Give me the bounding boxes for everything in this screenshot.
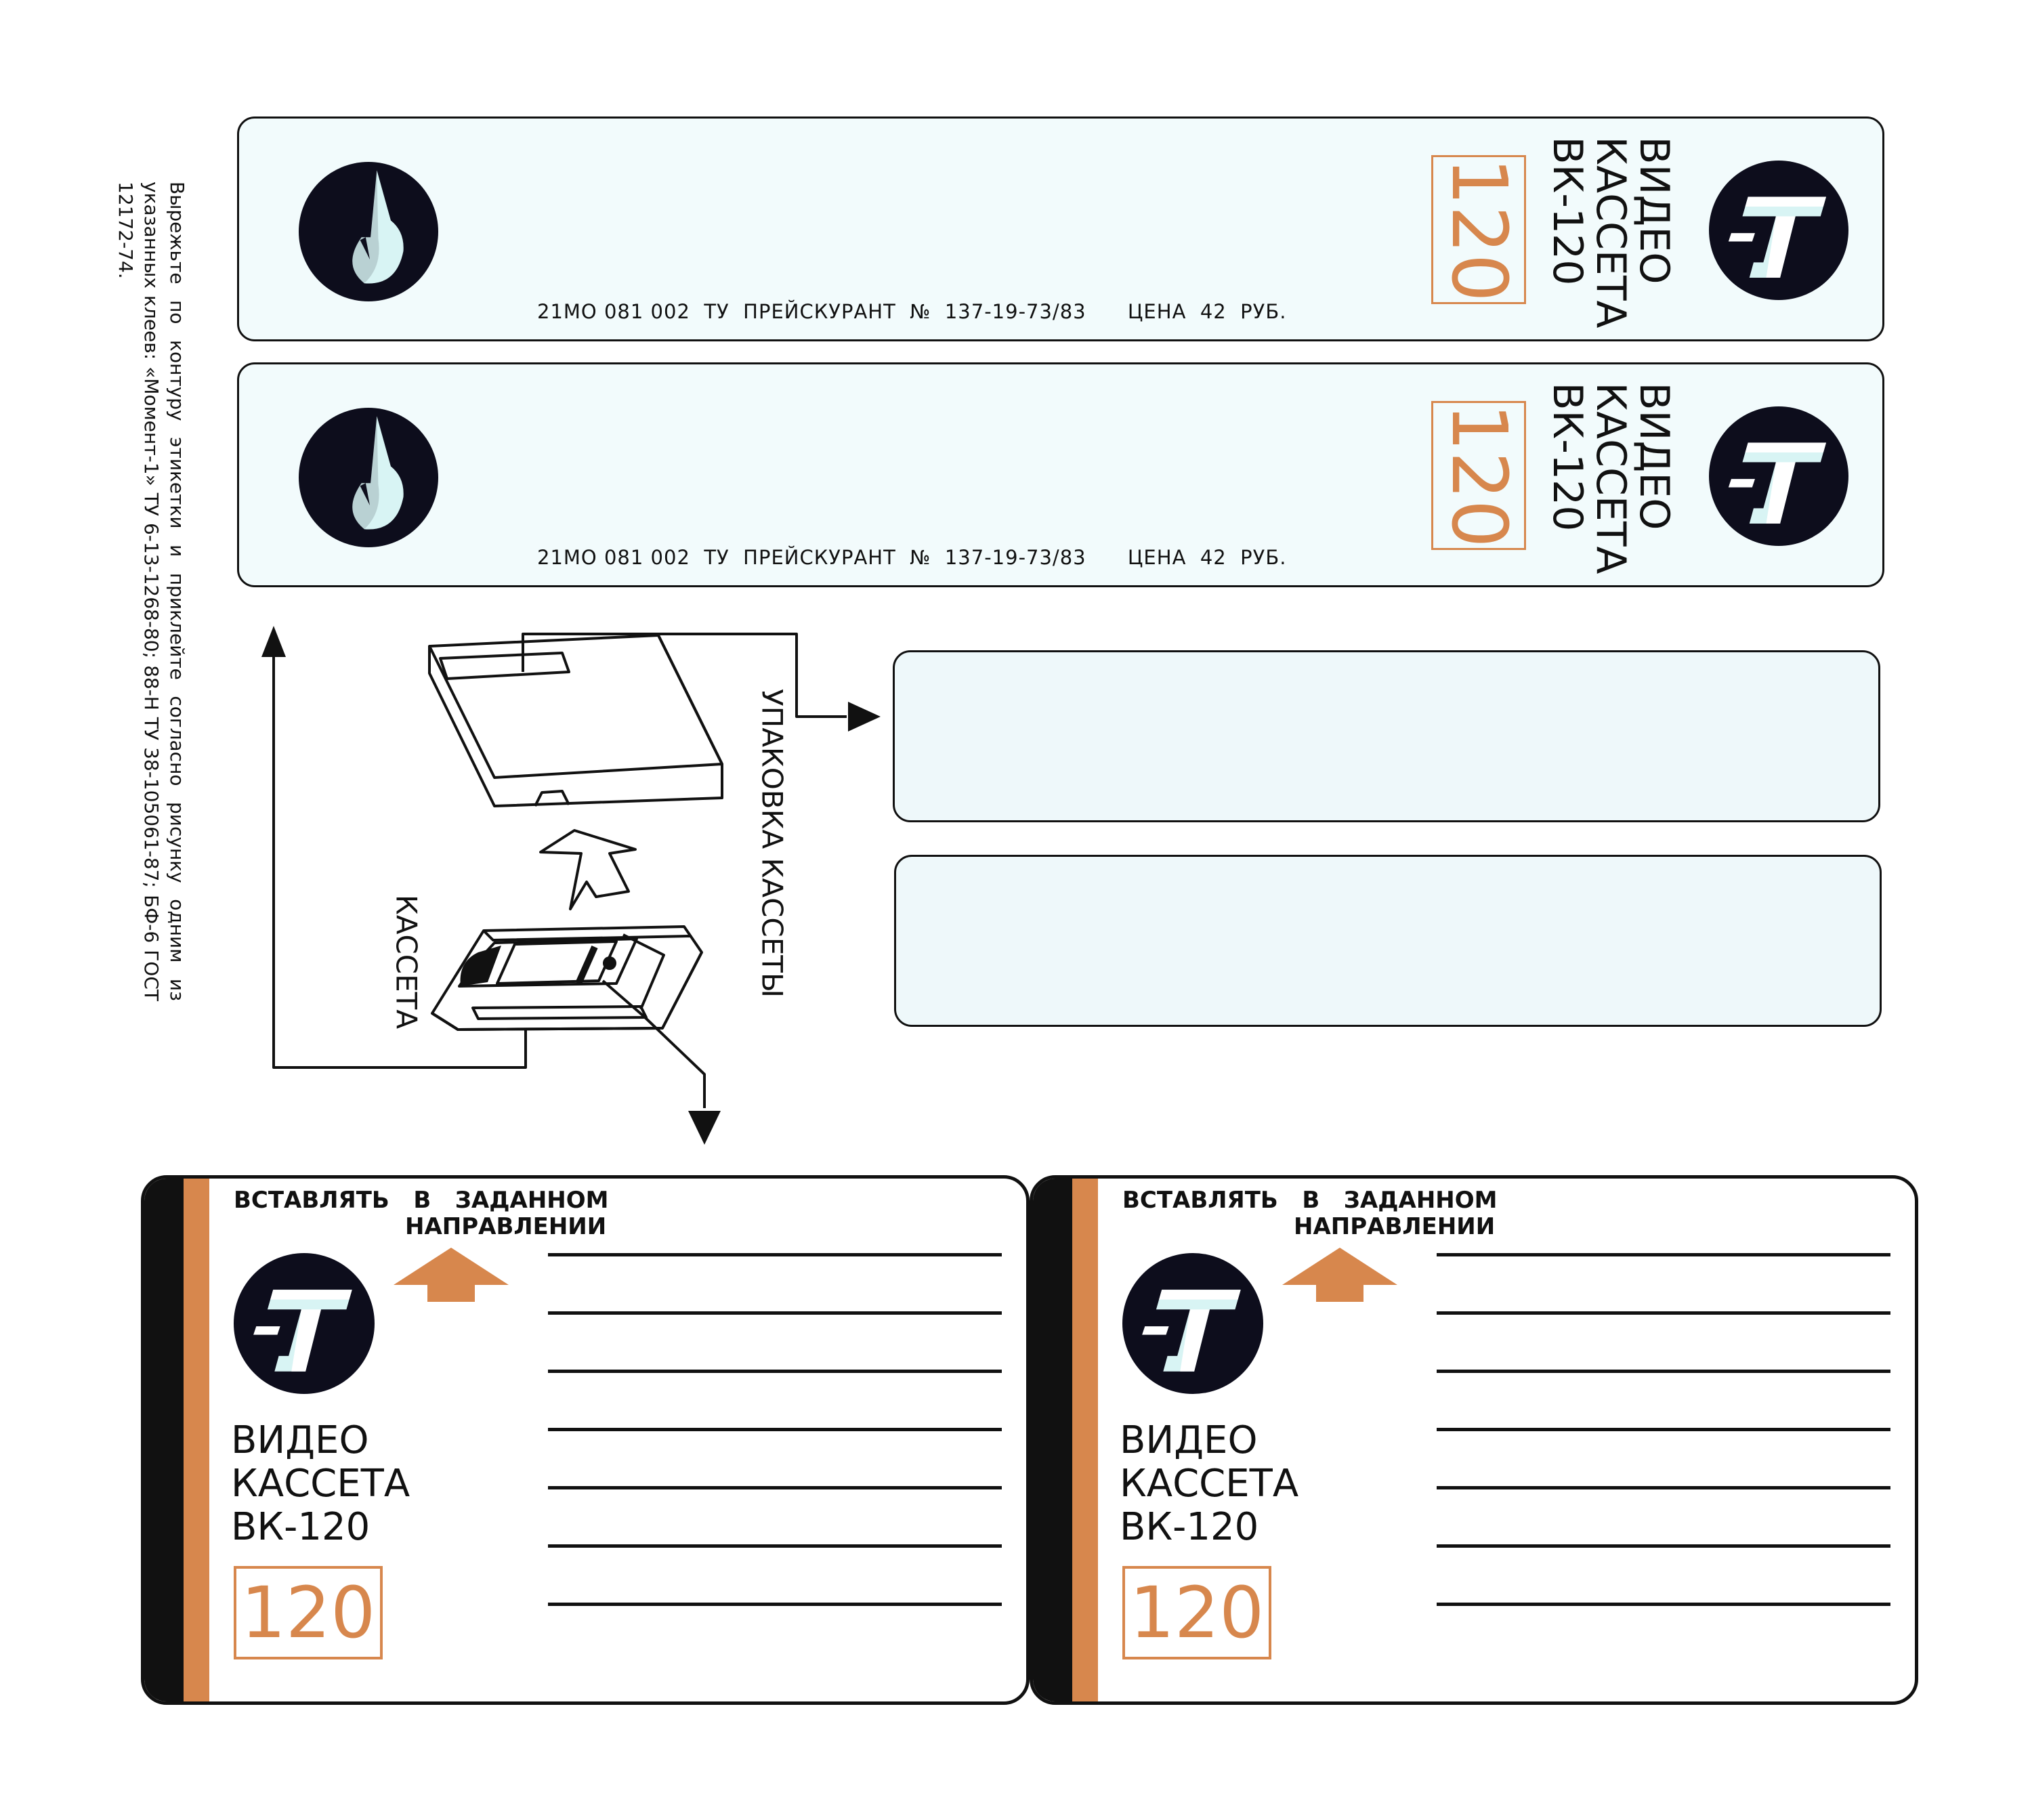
spine-title-line: ВИДЕО bbox=[1630, 136, 1678, 284]
writing-line[interactable] bbox=[1437, 1428, 1890, 1431]
card-title-line: ВК-120 bbox=[231, 1505, 371, 1549]
writing-line[interactable] bbox=[548, 1253, 1002, 1256]
insert-direction-line2: НАПРАВЛЕНИИ bbox=[1294, 1213, 1496, 1240]
spine-number: 120 bbox=[1435, 157, 1523, 302]
gluing-instructions-text: Вырежьте по контуру этикетки и приклейте… bbox=[114, 182, 188, 1001]
spine-title-line: ВК-120 bbox=[1544, 382, 1591, 532]
card-title-line: КАССЕТА bbox=[231, 1462, 410, 1506]
t-logo-icon bbox=[234, 1253, 375, 1394]
writing-line[interactable] bbox=[548, 1428, 1002, 1431]
writing-line[interactable] bbox=[1437, 1544, 1890, 1548]
writing-line[interactable] bbox=[548, 1311, 1002, 1315]
writing-line[interactable] bbox=[1437, 1486, 1890, 1489]
card-number-box: 120 bbox=[1122, 1566, 1271, 1659]
t-logo-icon bbox=[1122, 1253, 1263, 1394]
up-arrow-icon bbox=[394, 1248, 509, 1302]
t-logo-icon bbox=[1709, 161, 1848, 300]
card-title: ВИДЕО КАССЕТА ВК-120 bbox=[1120, 1419, 1298, 1549]
cassette-card-2: ВСТАВЛЯТЬ В ЗАДАННОМ НАПРАВЛЕНИИ ВИДЕО К… bbox=[1030, 1175, 1918, 1705]
writing-line[interactable] bbox=[1437, 1370, 1890, 1373]
spine-title: ВИДЕО КАССЕТА ВК-120 bbox=[1544, 377, 1678, 580]
writing-line[interactable] bbox=[548, 1486, 1002, 1489]
card-title: ВИДЕО КАССЕТА ВК-120 bbox=[231, 1419, 410, 1549]
spine-number: 120 bbox=[1435, 403, 1523, 548]
writing-lines[interactable] bbox=[1437, 1253, 1890, 1619]
t-logo-icon bbox=[1709, 406, 1848, 546]
spine-label-1: 21МО 081 002 ТУ ПРЕЙСКУРАНТ № 137-19-73/… bbox=[237, 117, 1884, 341]
cassette-card-1: ВСТАВЛЯТЬ В ЗАДАННОМ НАПРАВЛЕНИИ ВИДЕО К… bbox=[141, 1175, 1030, 1705]
cassette-label-text: КАССЕТА bbox=[389, 894, 423, 1030]
spine-label-2: 21МО 081 002 ТУ ПРЕЙСКУРАНТ № 137-19-73/… bbox=[237, 362, 1884, 587]
needle-logo-icon bbox=[299, 162, 438, 301]
spine-title-line: ВИДЕО bbox=[1630, 382, 1678, 530]
gluing-instructions: Вырежьте по контуру этикетки и приклейте… bbox=[114, 182, 188, 1001]
insert-direction-line2: НАПРАВЛЕНИИ bbox=[405, 1213, 607, 1240]
card-orange-stripe bbox=[1072, 1179, 1098, 1701]
insert-direction-line1: ВСТАВЛЯТЬ В ЗАДАННОМ bbox=[1122, 1187, 1498, 1214]
writing-lines[interactable] bbox=[548, 1253, 1002, 1619]
spine-title-line: ВК-120 bbox=[1544, 136, 1591, 286]
writing-line[interactable] bbox=[548, 1370, 1002, 1373]
spine-number-box: 120 bbox=[1431, 401, 1526, 550]
spine-number-box: 120 bbox=[1431, 155, 1526, 304]
writing-line[interactable] bbox=[1437, 1603, 1890, 1606]
writing-line[interactable] bbox=[1437, 1311, 1890, 1315]
card-title-line: ВК-120 bbox=[1120, 1505, 1259, 1549]
writing-line[interactable] bbox=[548, 1603, 1002, 1606]
card-number-box: 120 bbox=[234, 1566, 383, 1659]
package-label: УПАКОВКА КАССЕТЫ bbox=[745, 664, 799, 1023]
spine-code: 21МО 081 002 ТУ ПРЕЙСКУРАНТ № 137-19-73/… bbox=[537, 300, 1287, 323]
card-orange-stripe bbox=[184, 1179, 209, 1701]
blank-package-label-2 bbox=[894, 855, 1882, 1027]
writing-line[interactable] bbox=[548, 1544, 1002, 1548]
card-title-line: ВИДЕО bbox=[231, 1418, 369, 1462]
needle-logo-icon bbox=[299, 408, 438, 547]
spine-title: ВИДЕО КАССЕТА ВК-120 bbox=[1544, 131, 1678, 334]
blank-package-label-1 bbox=[893, 650, 1880, 822]
card-black-stripe bbox=[144, 1179, 184, 1701]
spine-code: 21МО 081 002 ТУ ПРЕЙСКУРАНТ № 137-19-73/… bbox=[537, 546, 1287, 569]
up-arrow-icon bbox=[1282, 1248, 1397, 1302]
package-label-text: УПАКОВКА КАССЕТЫ bbox=[755, 689, 789, 998]
spine-title-line: КАССЕТА bbox=[1587, 382, 1634, 574]
cassette-label: КАССЕТА bbox=[379, 881, 434, 1043]
spine-title-line: КАССЕТА bbox=[1587, 136, 1634, 329]
card-title-line: ВИДЕО bbox=[1120, 1418, 1258, 1462]
card-black-stripe bbox=[1033, 1179, 1072, 1701]
card-title-line: КАССЕТА bbox=[1120, 1462, 1299, 1506]
writing-line[interactable] bbox=[1437, 1253, 1890, 1256]
insert-direction-line1: ВСТАВЛЯТЬ В ЗАДАННОМ bbox=[234, 1187, 609, 1214]
